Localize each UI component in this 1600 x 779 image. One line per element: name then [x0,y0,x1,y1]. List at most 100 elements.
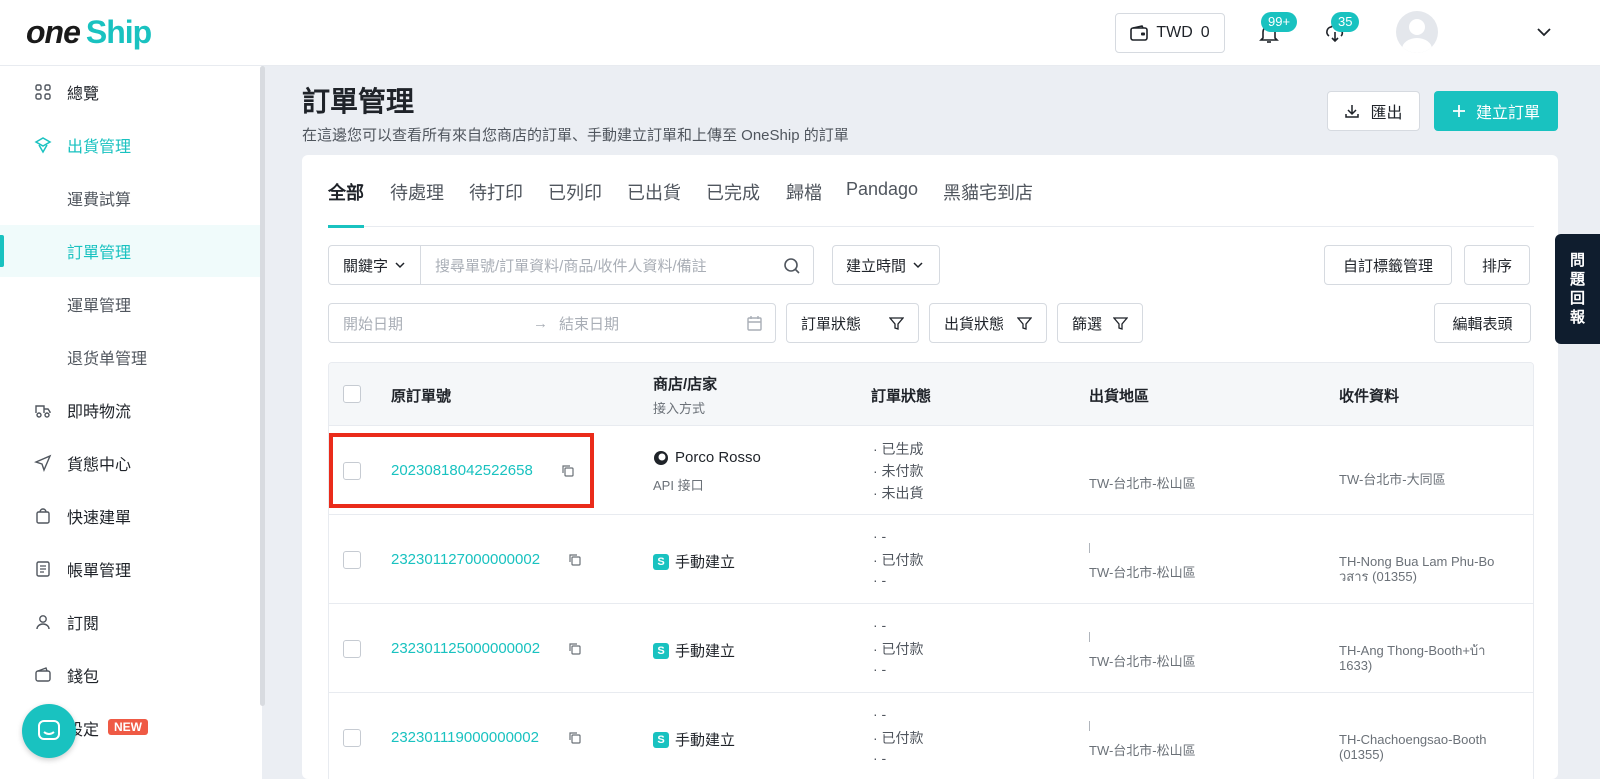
sidebar-item-label: 訂閱 [67,616,100,633]
start-date-placeholder: 開始日期 [343,315,404,333]
divider [1089,543,1090,553]
wallet-icon [35,667,51,682]
filter-icon [1113,317,1128,330]
header-status: 訂單狀態 [871,388,932,405]
tab-completed[interactable]: 已完成 [706,179,760,205]
chevron-down-icon[interactable] [1536,24,1552,40]
tab-blackcat[interactable]: 黑貓宅到店 [943,179,1033,205]
status-line: · 已生成 [873,441,924,457]
order-number-link[interactable]: 232301119000000002 [391,729,539,746]
custom-tags-label: 自訂標籤管理 [1342,257,1433,275]
sidebar-item-returns[interactable]: 退货单管理 [0,331,260,383]
divider [1089,721,1090,731]
search-input[interactable]: 搜尋單號/訂單資料/商品/收件人資料/備註 [420,245,814,285]
tab-shipped[interactable]: 已出貨 [627,179,681,205]
ship-region: TW-台北市-松山區 [1089,565,1196,580]
avatar[interactable] [1396,11,1438,53]
sidebar-item-billing[interactable]: 帳單管理 [0,543,260,595]
status-line: · 已付款 [873,552,924,568]
copy-icon[interactable] [568,731,582,745]
receiver-info: TW-台北市-大同區 [1339,472,1446,487]
table-header: 原訂單號 商店/店家 接入方式 訂單狀態 出貨地區 收件資料 [329,363,1533,426]
sidebar-scrollbar[interactable] [260,66,265,706]
edit-columns-button[interactable]: 編輯表頭 [1434,303,1531,343]
receiver-info: วสาร (01355) [1339,569,1417,584]
oneship-logo[interactable]: one Ship [26,12,152,52]
table-row[interactable]: 232301127000000002 S 手動建立 · - · 已付款 · - … [329,516,1533,604]
order-status-filter[interactable]: 訂單狀態 [786,303,919,343]
ship-region: TW-台北市-松山區 [1089,654,1196,669]
order-number-link[interactable]: 232301127000000002 [391,551,540,568]
orders-table: 原訂單號 商店/店家 接入方式 訂單狀態 出貨地區 收件資料 202308180… [328,362,1534,779]
store-name: S 手動建立 [653,640,735,661]
filter-label: 篩選 [1072,315,1103,333]
manual-store-icon: S [653,642,669,659]
plus-icon [1452,105,1465,117]
custom-tags-button[interactable]: 自訂標籤管理 [1324,245,1452,285]
chat-support-button[interactable] [22,704,76,758]
grid-icon [35,84,51,100]
export-button[interactable]: 匯出 [1327,91,1420,131]
logo-one: one [26,13,81,50]
send-icon [34,454,52,472]
row-checkbox[interactable] [343,640,361,658]
sidebar-item-orders[interactable]: 訂單管理 [0,225,260,277]
sidebar-item-shipping[interactable]: 出貨管理 [0,119,260,171]
tab-all[interactable]: 全部 [328,179,364,205]
table-row[interactable]: 232301125000000002 S 手動建立 · - · 已付款 · - … [329,605,1533,693]
tab-pandago[interactable]: Pandago [846,179,918,200]
copy-icon[interactable] [568,553,582,567]
row-checkbox[interactable] [343,551,361,569]
keyword-select[interactable]: 關鍵字 [328,245,421,285]
feedback-tab[interactable]: 問 題 回 報 [1555,234,1600,344]
sidebar-item-waybills[interactable]: 運單管理 [0,278,260,330]
table-row[interactable]: 232301119000000002 S 手動建立 · - · 已付款 · - … [329,694,1533,779]
row-checkbox[interactable] [343,729,361,747]
delivery-icon [35,405,51,418]
top-bar: one Ship TWD 0 99+ 35 [0,0,1600,66]
time-select[interactable]: 建立時間 [832,245,940,285]
tab-to-print[interactable]: 待打印 [469,179,523,205]
manual-store-icon: S [653,731,669,748]
order-number-link[interactable]: 232301125000000002 [391,640,540,657]
copy-icon[interactable] [568,642,582,656]
receiver-info: 1633) [1339,658,1373,673]
download-icon [1345,105,1360,118]
tab-archived[interactable]: 歸檔 [786,179,822,205]
filter-button[interactable]: 篩選 [1057,303,1143,343]
store-name: S 手動建立 [653,551,735,572]
sidebar-item-label: 訂單管理 [67,245,132,262]
create-order-button[interactable]: 建立訂單 [1434,91,1558,131]
sidebar-item-label: 運單管理 [67,298,132,315]
sidebar-item-wallet[interactable]: 錢包 [0,649,260,701]
tab-printed[interactable]: 已列印 [548,179,602,205]
date-range-picker[interactable]: 開始日期 → 結束日期 [328,303,776,343]
sidebar-item-tracking-center[interactable]: 貨態中心 [0,437,260,489]
sort-button[interactable]: 排序 [1464,245,1530,285]
sidebar-item-label: 退货单管理 [67,351,148,368]
status-line: · - [873,750,887,766]
store-name-text: 手動建立 [675,643,736,660]
sidebar-item-label: 錢包 [67,669,100,686]
sidebar-item-instant-logistics[interactable]: 即時物流 [0,384,260,436]
ship-status-filter[interactable]: 出貨狀態 [929,303,1047,343]
store-logo-icon [654,450,668,465]
manual-store-icon: S [653,553,669,570]
select-all-checkbox[interactable] [343,385,361,403]
sidebar-item-subscription[interactable]: 訂閱 [0,596,260,648]
feedback-char: 回 [1569,290,1585,307]
bag-icon [36,508,50,524]
sidebar-item-label: 快速建單 [67,510,132,527]
sidebar-item-overview[interactable]: 總覽 [0,66,260,118]
wallet-balance-button[interactable]: TWD 0 [1115,13,1225,53]
user-icon [36,615,50,630]
receiver-info: TH-Ang Thong-Booth+บ้า [1339,643,1486,658]
sidebar-item-freight-calc[interactable]: 運費試算 [0,172,260,224]
order-status-label: 訂單狀態 [801,315,862,333]
tab-pending[interactable]: 待處理 [390,179,444,205]
status-line: · - [873,706,887,722]
highlight-box [329,433,594,508]
status-line: · - [873,572,887,588]
search-icon[interactable] [783,257,801,275]
sidebar-item-quick-create[interactable]: 快速建單 [0,490,260,542]
